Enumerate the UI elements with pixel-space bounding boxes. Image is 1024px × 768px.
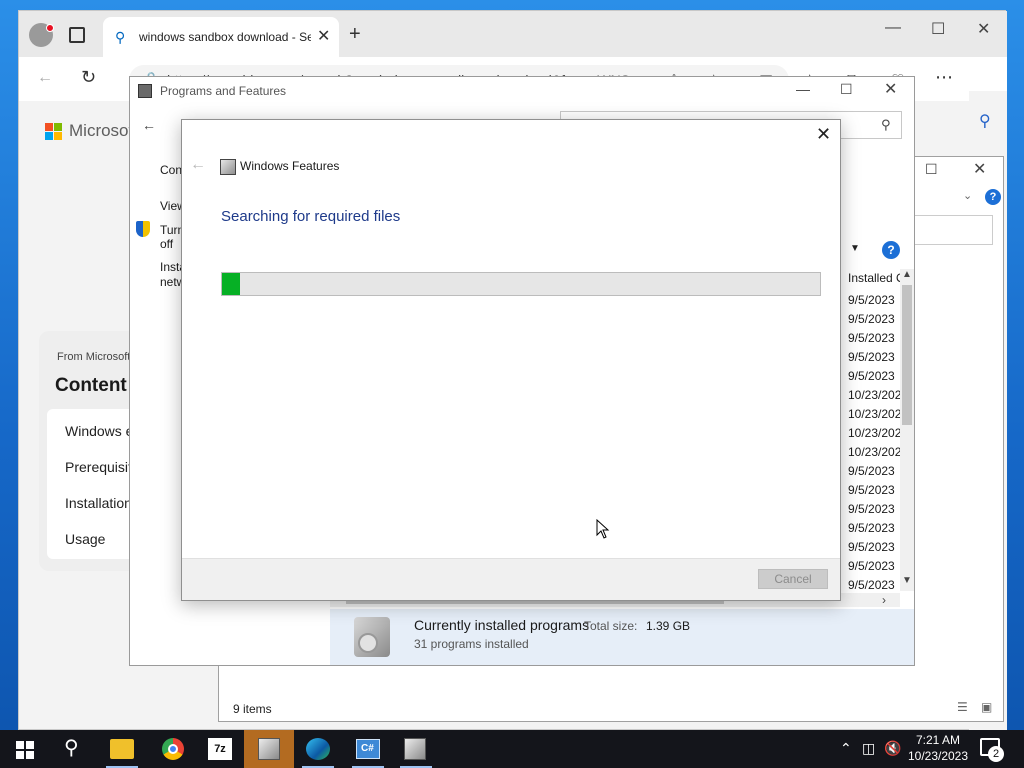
installed-date-cell: 9/5/2023: [848, 350, 895, 364]
search-icon[interactable]: ⚲: [64, 735, 79, 760]
installed-date-cell: 9/5/2023: [848, 483, 895, 497]
tab-actions-icon[interactable]: [69, 27, 85, 43]
taskbar-app-control-panel: [348, 730, 388, 768]
help-icon[interactable]: ?: [882, 241, 900, 259]
clock-time[interactable]: 7:21 AM: [912, 733, 964, 747]
new-tab-button[interactable]: +: [349, 23, 361, 46]
close-icon[interactable]: ✕: [317, 26, 330, 46]
volume-muted-icon[interactable]: 🔇: [884, 740, 901, 757]
windows-features-dialog: ✕ ← Windows Features Searching for requi…: [181, 119, 841, 601]
chevron-right-icon[interactable]: ›: [882, 593, 886, 607]
maximize-button[interactable]: ☐: [925, 161, 938, 178]
taskbar-app-edge: [298, 730, 338, 768]
maximize-button[interactable]: ☐: [840, 81, 853, 98]
window-title: Programs and Features: [160, 84, 287, 98]
minimize-button[interactable]: —: [796, 81, 810, 97]
search-icon[interactable]: ⚲: [979, 111, 991, 131]
profile-notification-dot: [46, 24, 54, 32]
help-icon[interactable]: ?: [985, 189, 1001, 205]
status-bar: 9 items ☰ ▣: [219, 697, 1003, 721]
installed-date-cell: 9/5/2023: [848, 559, 895, 573]
taskbar: ⚲ 7z C# ⌃ ◫ 🔇 7:21 AM 10/23/2023 2: [0, 730, 1024, 768]
list-item[interactable]: Usage: [65, 531, 105, 547]
disc-icon: [358, 633, 378, 653]
chevron-up-icon[interactable]: ⌃: [840, 740, 852, 757]
close-icon[interactable]: ✕: [816, 124, 831, 145]
chrome-center: [168, 744, 178, 754]
close-window-button[interactable]: ✕: [973, 159, 986, 179]
taskbar-app-explorer: [102, 730, 142, 768]
tab-title: windows sandbox download - Se: [139, 30, 311, 44]
shield-icon: [136, 221, 150, 237]
installed-date-cell: 9/5/2023: [848, 578, 895, 592]
item-count: 9 items: [233, 702, 272, 716]
installed-date-cell: 9/5/2023: [848, 293, 895, 307]
status-title: Currently installed programs: [414, 617, 590, 633]
installed-date-cell: 9/5/2023: [848, 312, 895, 326]
chevron-down-icon[interactable]: ⌄: [963, 189, 972, 202]
arrow-left-icon[interactable]: ←: [142, 117, 156, 133]
installed-date-cell: 9/5/2023: [848, 502, 895, 516]
dialog-title: Windows Features: [240, 159, 340, 173]
total-size-value: 1.39 GB: [646, 619, 691, 633]
maximize-button[interactable]: ☐: [931, 19, 945, 39]
close-window-button[interactable]: ✕: [977, 19, 990, 39]
windows-start-icon[interactable]: [16, 741, 34, 759]
card-title: Content: [55, 375, 127, 396]
list-item[interactable]: Windows e: [65, 423, 133, 439]
clock-date[interactable]: 10/23/2023: [906, 749, 970, 763]
details-view-icon[interactable]: ☰: [957, 700, 968, 714]
windows-features-icon: [220, 159, 236, 175]
reload-icon[interactable]: ↻: [81, 67, 96, 88]
dialog-footer: Cancel: [182, 558, 840, 600]
chevron-up-icon[interactable]: ▲: [902, 269, 912, 280]
7zip-icon[interactable]: 7z: [208, 738, 232, 760]
scroll-thumb[interactable]: [902, 285, 912, 425]
programs-icon: [258, 738, 280, 760]
progress-fill: [222, 273, 240, 295]
chrome-icon[interactable]: [162, 738, 184, 760]
vertical-scrollbar[interactable]: ▲ ▼: [900, 269, 914, 591]
taskbar-app-windows-features: [394, 730, 438, 768]
sidebar-link[interactable]: off: [160, 237, 173, 251]
installed-date-cell: 9/5/2023: [848, 464, 895, 478]
total-size-label: Total size:: [584, 619, 638, 633]
mouse-cursor-icon: [596, 519, 610, 539]
search-icon: ⚲: [881, 117, 891, 132]
search-input[interactable]: [911, 215, 993, 245]
brand-text: Microsoft: [69, 121, 138, 140]
installed-date-cell: 9/5/2023: [848, 369, 895, 383]
installed-date-cell: 9/5/2023: [848, 331, 895, 345]
title-bar: Programs and Features — ☐ ✕: [130, 77, 914, 105]
details-pane: Currently installed programs Total size:…: [330, 609, 914, 665]
minimize-button[interactable]: —: [885, 19, 901, 37]
list-item[interactable]: Prerequisit: [65, 459, 132, 475]
tab-bar: ⚲ windows sandbox download - Se ✕ + — ☐ …: [19, 11, 1007, 57]
view-options-dropdown[interactable]: ▼: [850, 243, 860, 254]
close-window-button[interactable]: ✕: [884, 79, 897, 99]
browser-tab[interactable]: ⚲ windows sandbox download - Se ✕: [103, 17, 339, 57]
notification-badge: 2: [988, 746, 1004, 762]
list-item[interactable]: Installation: [65, 495, 132, 511]
cancel-button[interactable]: Cancel: [758, 569, 828, 589]
network-icon[interactable]: ◫: [862, 740, 875, 757]
more-icon[interactable]: ⋯: [935, 67, 953, 88]
programs-box-icon: [354, 617, 390, 657]
chevron-down-icon[interactable]: ▼: [902, 575, 912, 586]
installed-date-cell: 9/5/2023: [848, 521, 895, 535]
taskbar-app-programs-features[interactable]: [244, 730, 294, 768]
arrow-left-icon[interactable]: ←: [37, 69, 53, 87]
status-heading: Searching for required files: [221, 208, 401, 225]
programs-icon: [138, 84, 152, 98]
installed-date-cell: 9/5/2023: [848, 540, 895, 554]
arrow-left-icon: ←: [190, 156, 206, 173]
progress-bar: [221, 272, 821, 296]
search-icon: ⚲: [115, 29, 126, 45]
card-source: From Microsoft: [57, 351, 131, 363]
programs-count: 31 programs installed: [414, 637, 529, 651]
tiles-view-icon[interactable]: ▣: [981, 700, 992, 714]
